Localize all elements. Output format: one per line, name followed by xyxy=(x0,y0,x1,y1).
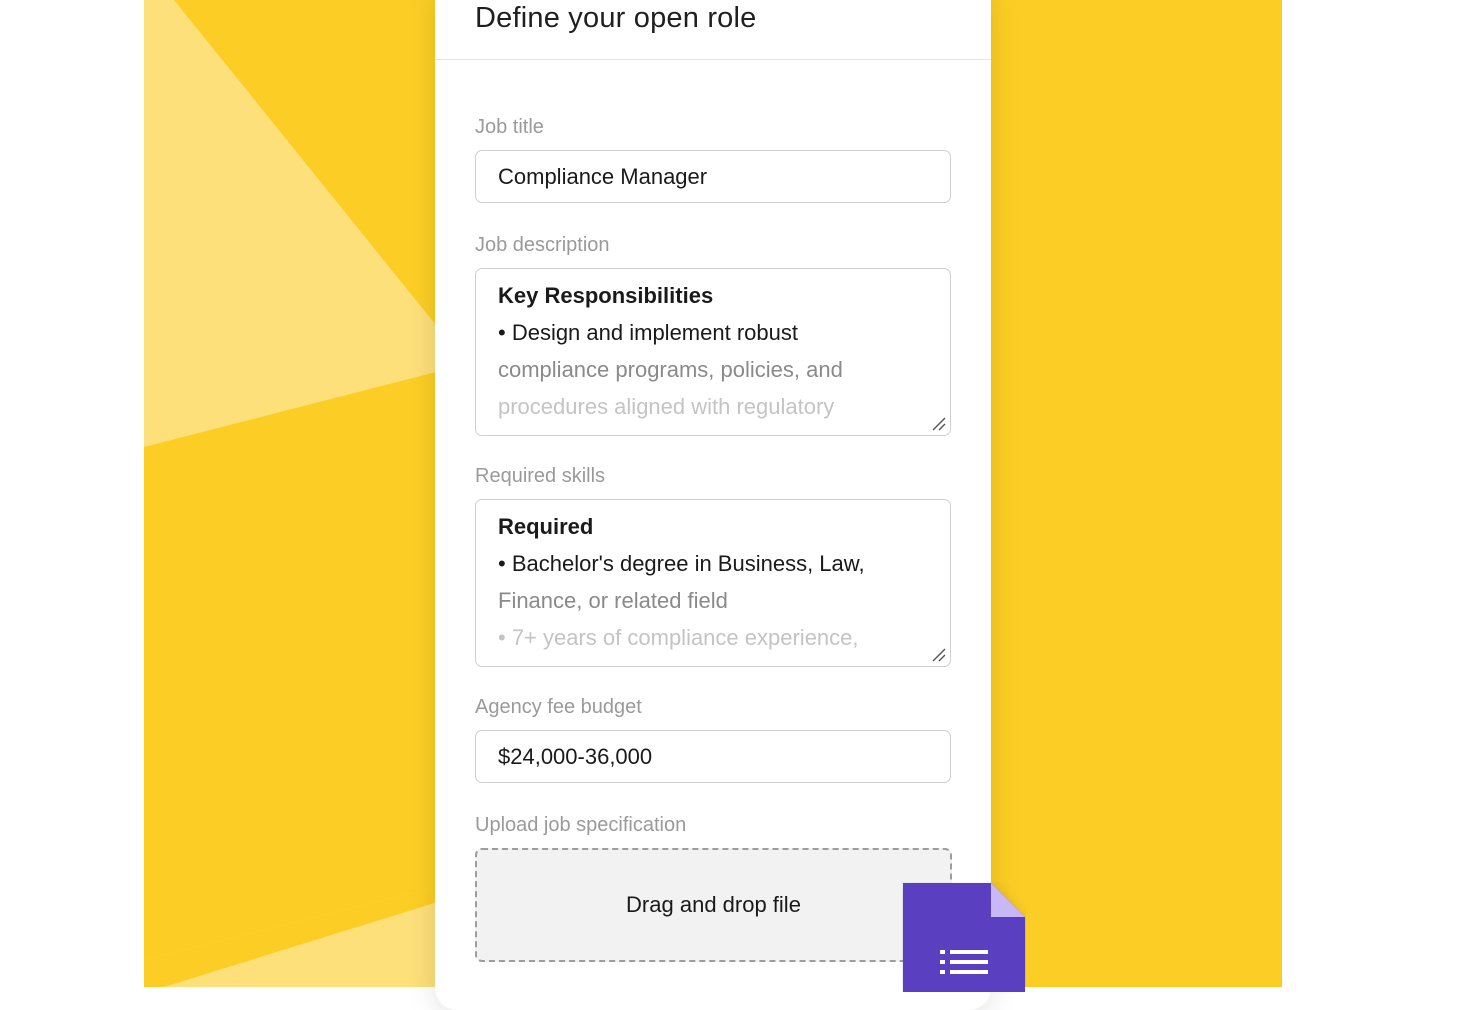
job-description-line: compliance programs, policies, and xyxy=(498,357,843,382)
job-description-label: Job description xyxy=(475,234,610,256)
upload-label: Upload job specification xyxy=(475,814,687,836)
job-title-field[interactable]: Compliance Manager xyxy=(475,150,951,203)
required-skills-label: Required skills xyxy=(475,465,606,487)
required-skills-line: Finance, or related field xyxy=(498,588,728,613)
card-header: Define your open role xyxy=(435,0,991,60)
job-description-textarea[interactable]: Key Responsibilities • Design and implem… xyxy=(475,268,951,436)
document-list-icon xyxy=(903,883,1025,992)
required-skills-textarea[interactable]: Required • Bachelor's degree in Business… xyxy=(475,499,951,667)
resize-grip-icon[interactable] xyxy=(930,415,946,431)
job-description-heading: Key Responsibilities xyxy=(498,283,714,308)
agency-fee-label: Agency fee budget xyxy=(475,696,642,718)
job-description-line: • Design and implement robust xyxy=(498,320,798,345)
agency-fee-field[interactable]: $24,000-36,000 xyxy=(475,730,951,783)
job-description-line: procedures aligned with regulatory xyxy=(498,394,835,419)
dropzone-text: Drag and drop file xyxy=(626,892,801,917)
resize-grip-icon[interactable] xyxy=(930,646,946,662)
required-skills-line: • Bachelor's degree in Business, Law, xyxy=(498,551,865,576)
job-title-label: Job title xyxy=(475,116,544,138)
file-dropzone[interactable]: Drag and drop file xyxy=(475,848,952,962)
page-title: Define your open role xyxy=(475,2,757,34)
required-skills-heading: Required xyxy=(498,514,594,539)
required-skills-line: • 7+ years of compliance experience, xyxy=(498,625,859,650)
define-role-card: Define your open role Job title Complian… xyxy=(435,0,991,1010)
